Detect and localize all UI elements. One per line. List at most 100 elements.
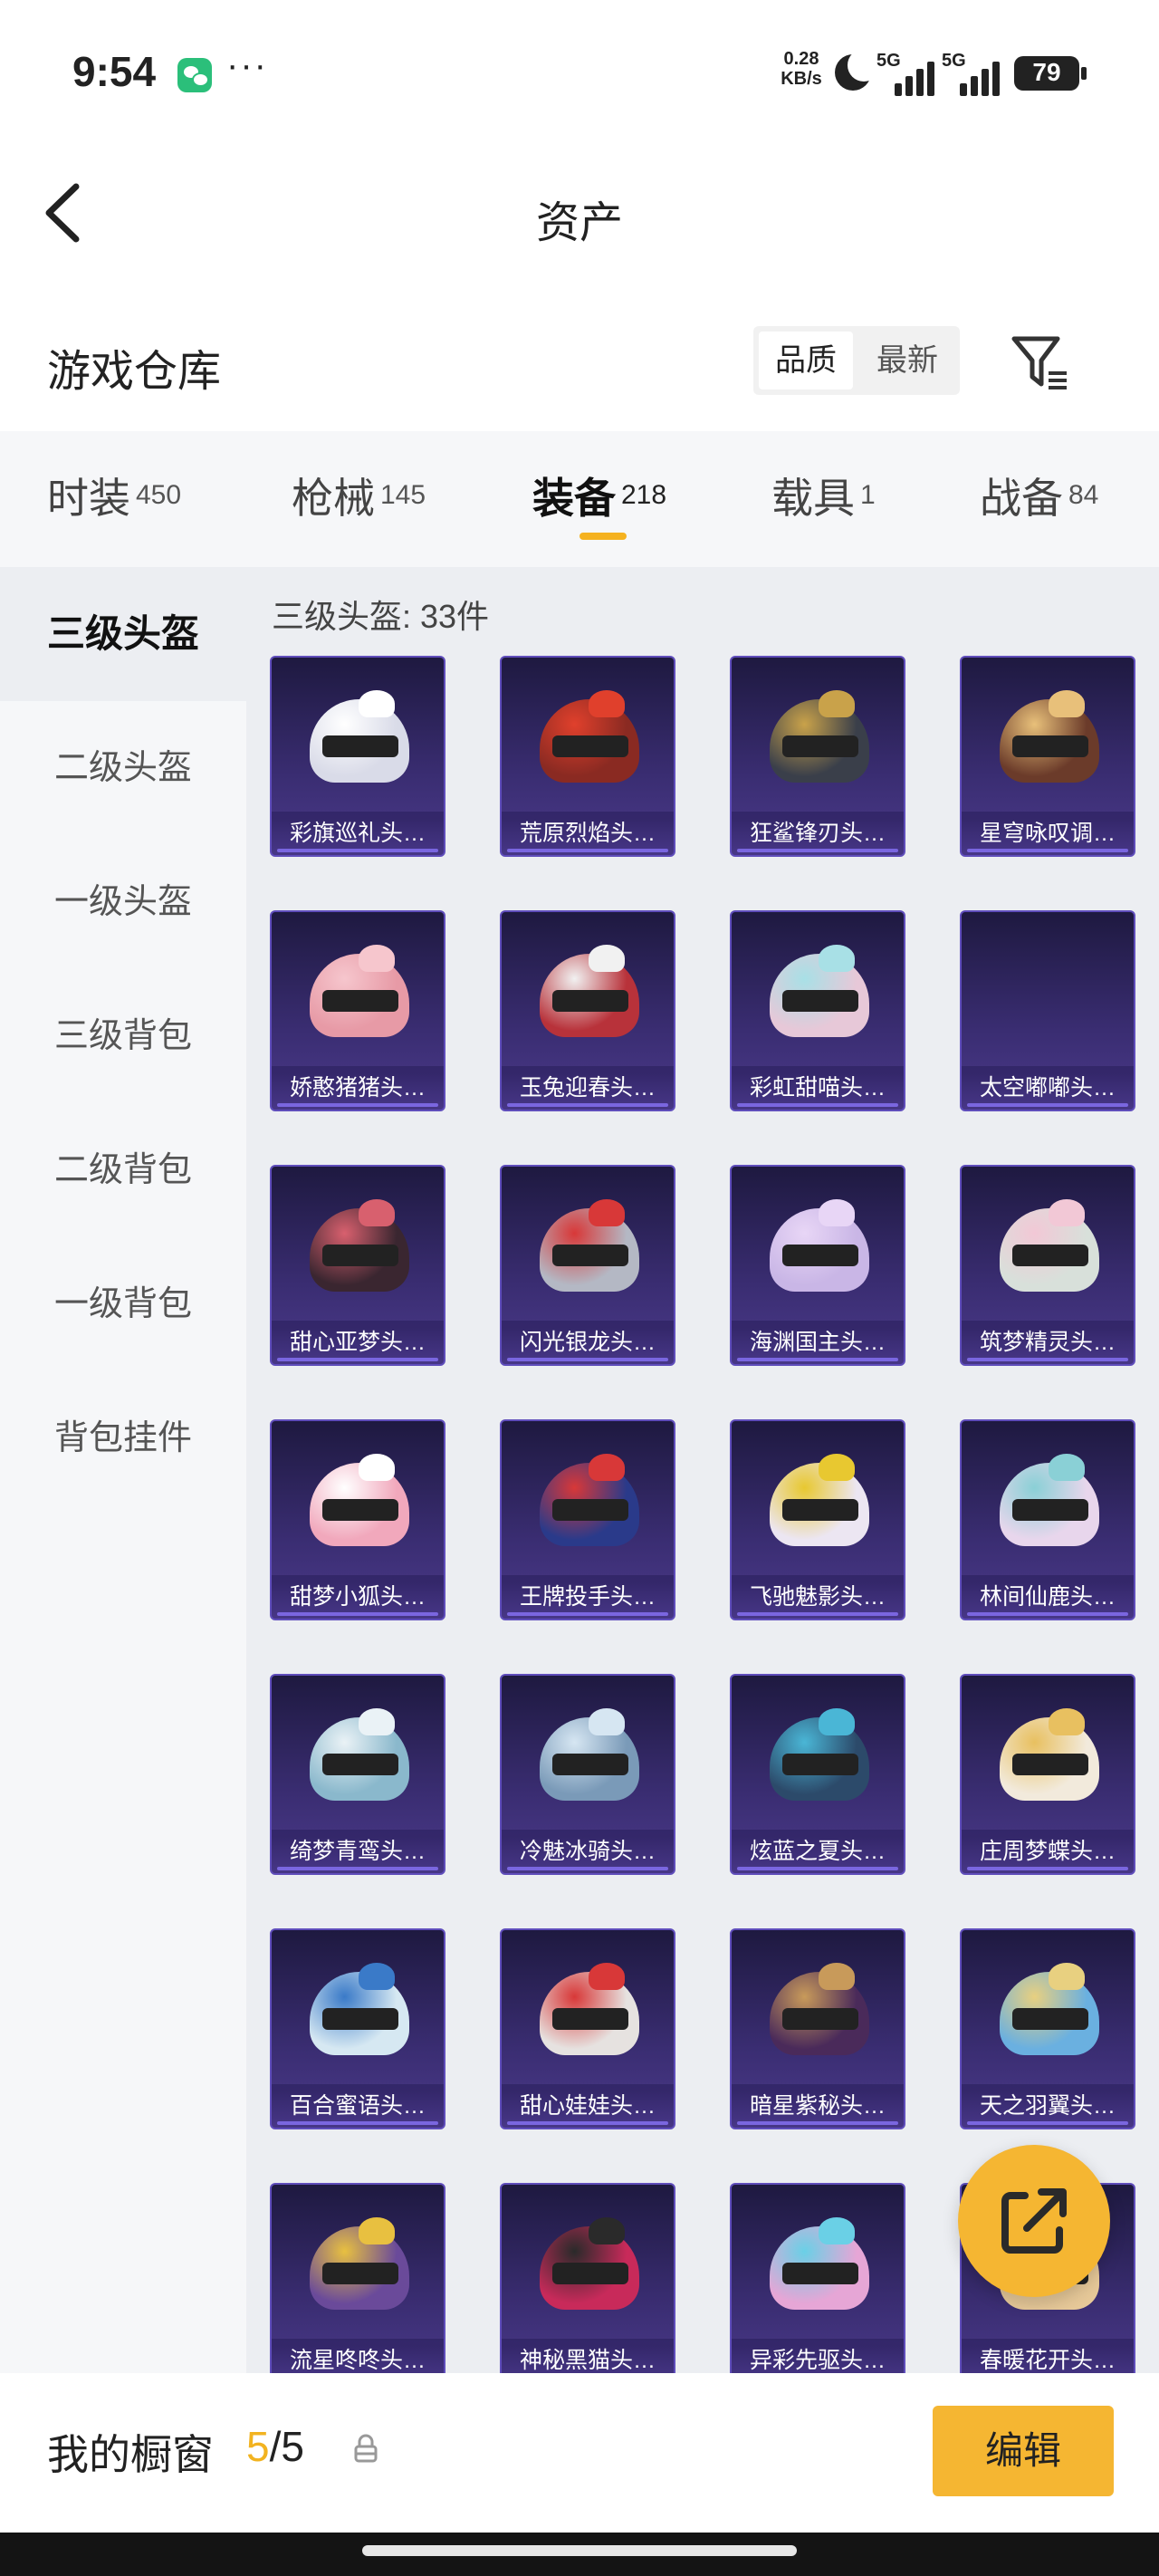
showcase-current: 5: [246, 2423, 270, 2470]
item-card[interactable]: 冷魅冰骑头…: [500, 1674, 675, 1875]
tab-label: 载具: [771, 475, 855, 522]
item-name: 甜梦小狐头…: [272, 1575, 444, 1619]
item-name: 甜心亚梦头…: [272, 1321, 444, 1364]
item-card[interactable]: 百合蜜语头…: [270, 1928, 445, 2129]
sidebar-item-level1-backpack[interactable]: 一级背包: [0, 1237, 246, 1371]
network-speed-unit: KB/s: [781, 69, 822, 89]
item-card[interactable]: 甜梦小狐头…: [270, 1419, 445, 1620]
item-card[interactable]: 林间仙鹿头…: [960, 1419, 1135, 1620]
tab-supplies[interactable]: 战备 84: [980, 466, 1098, 525]
tab-count: 84: [1068, 480, 1099, 510]
helmet-icon: [304, 1963, 415, 2064]
helmet-icon: [994, 1708, 1105, 1810]
sort-option-quality[interactable]: 品质: [759, 332, 853, 389]
item-card[interactable]: 彩虹甜喵头…: [730, 910, 905, 1111]
item-name: 庄周梦蝶头…: [962, 1830, 1134, 1873]
battery-level: 79: [1032, 58, 1061, 86]
helmet-icon: [534, 2217, 645, 2319]
item-card[interactable]: 甜心亚梦头…: [270, 1165, 445, 1366]
item-card[interactable]: 娇憨猪猪头…: [270, 910, 445, 1111]
item-card[interactable]: 飞驰魅影头…: [730, 1419, 905, 1620]
helmet-icon: [304, 1199, 415, 1301]
item-card[interactable]: 荒原烈焰头…: [500, 656, 675, 857]
item-card[interactable]: 天之羽翼头…: [960, 1928, 1135, 2129]
tab-label: 时装: [47, 475, 130, 522]
navigation-bar: [0, 2533, 1159, 2576]
item-card[interactable]: 闪光银龙头…: [500, 1165, 675, 1366]
page-title: 资产: [535, 199, 623, 247]
share-button[interactable]: [958, 2145, 1110, 2297]
helmet-icon: [534, 945, 645, 1046]
network-speed: 0.28 KB/s: [774, 49, 829, 89]
helmet-icon: [304, 690, 415, 792]
helmet-icon: [994, 1454, 1105, 1555]
status-bar: 9:54 ··· 0.28 KB/s 5G 5G 79: [0, 0, 1159, 145]
showcase-separator: /: [269, 2423, 282, 2470]
tab-equipment[interactable]: 装备 218: [532, 466, 666, 525]
item-card[interactable]: 神秘黑猫头…: [500, 2183, 675, 2384]
item-name: 百合蜜语头…: [272, 2084, 444, 2128]
item-card[interactable]: 炫蓝之夏头…: [730, 1674, 905, 1875]
helmet-icon: [304, 945, 415, 1046]
edit-button[interactable]: 编辑: [933, 2406, 1114, 2496]
home-indicator[interactable]: [362, 2545, 797, 2556]
sidebar-item-level2-helmet[interactable]: 二级头盔: [0, 701, 246, 835]
helmet-icon: [534, 1199, 645, 1301]
helmet-icon: [304, 1454, 415, 1555]
item-card[interactable]: 星穹咏叹调…: [960, 656, 1135, 857]
sort-option-newest[interactable]: 最新: [860, 332, 954, 389]
item-name: 星穹咏叹调…: [962, 812, 1134, 855]
helmet-icon: [534, 690, 645, 792]
item-name: 荒原烈焰头…: [502, 812, 674, 855]
tab-count: 145: [380, 480, 426, 510]
tab-guns[interactable]: 枪械 145: [292, 466, 426, 525]
item-card[interactable]: 流星咚咚头…: [270, 2183, 445, 2384]
lock-icon: [353, 2433, 378, 2464]
item-name: 娇憨猪猪头…: [272, 1066, 444, 1110]
sidebar-item-level3-backpack[interactable]: 三级背包: [0, 969, 246, 1103]
item-name: 王牌投手头…: [502, 1575, 674, 1619]
item-card[interactable]: 玉兔迎春头…: [500, 910, 675, 1111]
item-card[interactable]: 异彩先驱头…: [730, 2183, 905, 2384]
item-card[interactable]: 绮梦青鸾头…: [270, 1674, 445, 1875]
item-name: 甜心娃娃头…: [502, 2084, 674, 2128]
tab-fashion[interactable]: 时装 450: [47, 466, 181, 525]
item-name: 林间仙鹿头…: [962, 1575, 1134, 1619]
helmet-icon: [764, 2217, 875, 2319]
item-card[interactable]: 王牌投手头…: [500, 1419, 675, 1620]
helmet-icon: [534, 1454, 645, 1555]
signal-icon-1: 5G: [876, 51, 940, 96]
helmet-icon: [764, 1199, 875, 1301]
item-card[interactable]: 筑梦精灵头…: [960, 1165, 1135, 1366]
helmet-icon: [764, 1708, 875, 1810]
sidebar-item-level2-backpack[interactable]: 二级背包: [0, 1103, 246, 1237]
helmet-icon: [534, 1963, 645, 2064]
item-name: 飞驰魅影头…: [732, 1575, 904, 1619]
helmet-icon: [534, 1708, 645, 1810]
item-card[interactable]: 海渊国主头…: [730, 1165, 905, 1366]
sort-toggle: 品质 最新: [753, 326, 960, 395]
filter-icon[interactable]: [1009, 332, 1072, 395]
item-card[interactable]: 甜心娃娃头…: [500, 1928, 675, 2129]
helmet-icon: [764, 1454, 875, 1555]
item-card[interactable]: 庄周梦蝶头…: [960, 1674, 1135, 1875]
item-card[interactable]: 彩旗巡礼头…: [270, 656, 445, 857]
item-card[interactable]: 狂鲨锋刃头…: [730, 656, 905, 857]
item-card[interactable]: 太空嘟嘟头…: [960, 910, 1135, 1111]
item-name: 彩旗巡礼头…: [272, 812, 444, 855]
active-tab-indicator: [580, 533, 627, 540]
tab-count: 218: [621, 480, 667, 510]
sidebar-item-backpack-pendant[interactable]: 背包挂件: [0, 1371, 246, 1505]
item-card[interactable]: 暗星紫秘头…: [730, 1928, 905, 2129]
sidebar-item-level3-helmet[interactable]: 三级头盔: [0, 567, 246, 701]
item-name: 冷魅冰骑头…: [502, 1830, 674, 1873]
item-name: 海渊国主头…: [732, 1321, 904, 1364]
tab-vehicles[interactable]: 载具 1: [771, 466, 876, 525]
item-name: 炫蓝之夏头…: [732, 1830, 904, 1873]
more-notifications-icon: ···: [226, 45, 268, 85]
sidebar-item-level1-helmet[interactable]: 一级头盔: [0, 835, 246, 969]
tab-label: 战备: [980, 475, 1063, 522]
helmet-icon: [994, 690, 1105, 792]
item-name: 天之羽翼头…: [962, 2084, 1134, 2128]
item-name: 太空嘟嘟头…: [962, 1066, 1134, 1110]
